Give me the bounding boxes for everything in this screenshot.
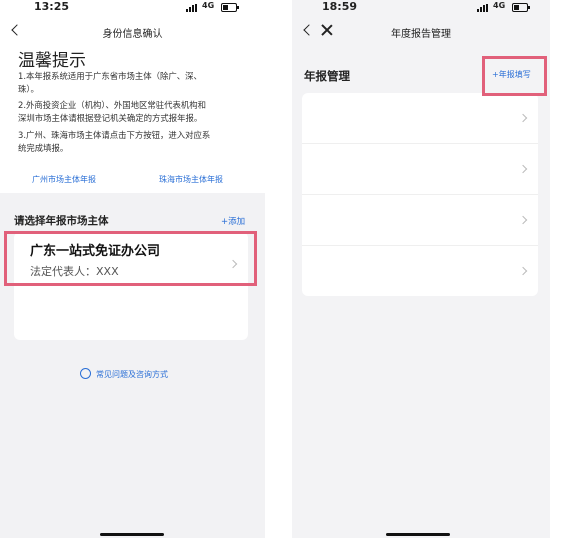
status-time: 13:25 <box>34 0 70 13</box>
guangzhou-report-link[interactable]: 广州市场主体年报 <box>32 174 96 185</box>
battery-icon <box>221 3 239 12</box>
network-type: 4G <box>202 1 215 10</box>
tip-line-1: 1.本年报系统适用于广东省市场主体（除广、深、 珠）。 <box>18 71 202 95</box>
status-time: 18:59 <box>322 0 358 13</box>
faq-label: 常见问题及咨询方式 <box>96 370 168 379</box>
chevron-right-icon <box>518 113 528 123</box>
report-list <box>302 93 538 296</box>
status-bar: 13:25 4G <box>0 0 265 14</box>
page-title: 身份信息确认 <box>102 29 163 40</box>
zhuhai-report-link[interactable]: 珠海市场主体年报 <box>159 174 223 185</box>
company-highlight <box>4 231 257 286</box>
add-entity-button[interactable]: +添加 <box>221 215 245 227</box>
faq-link[interactable]: 常见问题及咨询方式 <box>80 368 168 380</box>
report-row[interactable] <box>302 144 538 195</box>
report-row[interactable] <box>302 246 538 296</box>
signal-icon <box>186 4 200 12</box>
status-bar: 18:59 4G <box>292 0 550 14</box>
tip-line-3: 3.广州、珠海市场主体请点击下方按钮，进入对应系 统完成填报。 <box>18 130 211 154</box>
tip-line-2: 2.外商投资企业（机构）、外国地区常驻代表机构和 深圳市场主体请根据登记机关确定… <box>18 100 207 124</box>
signal-icon <box>477 4 491 12</box>
tips-title: 温馨提示 <box>18 51 86 71</box>
home-indicator <box>100 533 164 536</box>
annual-report-title: 年报管理 <box>304 69 350 83</box>
headset-icon <box>80 368 91 379</box>
select-entity-title: 请选择年报市场主体 <box>14 215 109 227</box>
battery-icon <box>512 3 530 12</box>
fill-report-highlight <box>482 56 547 96</box>
report-row[interactable] <box>302 93 538 144</box>
chevron-right-icon <box>518 164 528 174</box>
chevron-right-icon <box>518 266 528 276</box>
home-indicator <box>386 533 450 536</box>
page-title: 年度报告管理 <box>391 29 451 40</box>
network-type: 4G <box>493 1 506 10</box>
left-screen: 13:25 4G 身份信息确认 温馨提示 1.本年报系统适用于广东省市场主体（除… <box>0 0 265 538</box>
chevron-right-icon <box>518 215 528 225</box>
report-row[interactable] <box>302 195 538 246</box>
